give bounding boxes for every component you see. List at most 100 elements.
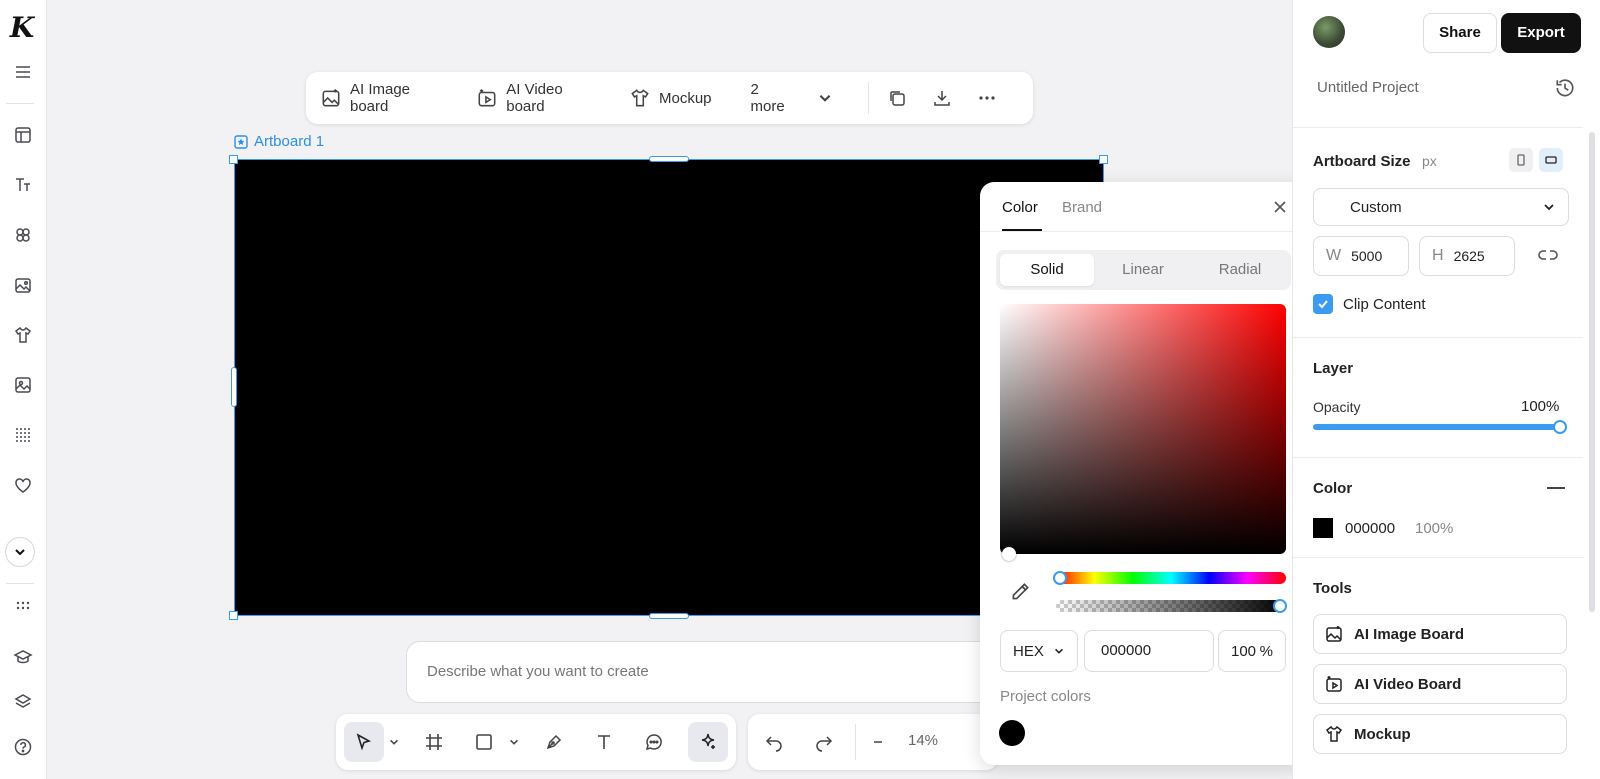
artboard-size-unit: px [1422,153,1437,169]
color-format-select[interactable]: HEX [1000,630,1078,672]
width-value: 5000 [1351,248,1383,264]
resize-handle-top[interactable] [649,156,689,162]
shape-tool-chevron-icon[interactable] [507,732,521,752]
link-proportions-icon[interactable] [1537,248,1561,264]
undo-icon[interactable] [758,726,790,758]
ai-video-board-button[interactable]: AI Video board [476,81,602,115]
resize-handle-bottom[interactable] [649,613,689,619]
more-icon[interactable] [974,84,1001,112]
opacity-label: Opacity [1313,399,1361,415]
saturation-value-area[interactable] [1000,304,1286,554]
share-button[interactable]: Share [1423,13,1497,53]
mockup-button[interactable]: Mockup [629,87,712,109]
project-color-swatch[interactable] [999,720,1025,746]
height-field[interactable]: H 2625 [1419,236,1515,276]
avatar[interactable] [1313,16,1345,48]
grid-dots-icon[interactable] [9,421,37,449]
alpha-slider[interactable] [1056,600,1286,612]
alpha-input[interactable]: 100 % [1218,630,1286,672]
resize-handle-left[interactable] [231,367,237,407]
zoom-out-icon[interactable] [862,726,894,758]
resize-handle-top-right[interactable] [1099,155,1108,164]
eyedropper-icon[interactable] [1006,578,1034,606]
height-label: H [1432,247,1444,264]
opacity-slider-thumb[interactable] [1553,420,1567,434]
mode-solid[interactable]: Solid [1000,254,1094,286]
mode-radial[interactable]: Radial [1193,254,1287,286]
hex-input[interactable]: 000000 [1084,630,1214,672]
redo-icon[interactable] [808,726,840,758]
alpha-slider-thumb[interactable] [1273,599,1287,613]
ai-image-board-label: AI Image board [350,81,411,115]
tab-brand[interactable]: Brand [1062,199,1102,216]
clip-content-checkbox[interactable] [1313,294,1333,314]
sidebar-divider [6,583,34,584]
mode-linear[interactable]: Linear [1096,254,1190,286]
hue-slider[interactable] [1056,572,1286,584]
history-icon[interactable] [1553,76,1577,100]
artboard-label[interactable]: Artboard 1 [234,133,324,150]
fill-color-opacity[interactable]: 100% [1415,520,1453,537]
portrait-orientation-icon[interactable] [1509,148,1533,172]
more-boards-label: 2 more [750,81,785,115]
more-boards-dropdown[interactable]: 2 more [751,81,834,115]
menu-icon[interactable] [9,58,37,86]
rectangle-tool-icon[interactable] [468,726,500,758]
frame-tool-icon[interactable] [418,726,450,758]
layers-icon[interactable] [9,688,37,716]
fill-color-hex[interactable]: 000000 [1345,520,1395,537]
components-icon[interactable] [9,221,37,249]
ai-video-icon [1324,674,1344,694]
ai-image-board-tool-button[interactable]: AI Image Board [1313,614,1567,654]
help-icon[interactable] [9,733,37,761]
image-icon[interactable] [9,371,37,399]
sidebar-expand-button[interactable] [5,537,35,567]
landscape-orientation-icon[interactable] [1539,148,1563,172]
width-field[interactable]: W 5000 [1313,236,1409,276]
select-tool-icon[interactable] [344,722,384,762]
ai-video-board-tool-button[interactable]: AI Video Board [1313,664,1567,704]
close-icon[interactable] [1271,198,1289,216]
app-logo[interactable]: K [6,12,38,44]
download-icon[interactable] [928,84,955,112]
alpha-unit: % [1259,642,1273,660]
prompt-input[interactable]: Describe what you want to create [406,641,1046,703]
hue-slider-thumb[interactable] [1053,571,1067,585]
saturation-value-thumb[interactable] [1002,547,1016,561]
color-picker-popover: Color Brand Solid Linear Radial HEX 0000… [980,182,1307,765]
resize-handle-top-left[interactable] [229,155,238,164]
tab-color[interactable]: Color [1002,199,1038,216]
chevron-down-icon [1542,200,1556,214]
duplicate-icon[interactable] [883,84,910,112]
opacity-slider[interactable] [1313,424,1559,430]
apps-icon[interactable] [9,593,37,621]
panel-divider [1293,337,1583,338]
layout-icon[interactable] [9,121,37,149]
active-tab-indicator [1002,229,1042,231]
project-name[interactable]: Untitled Project [1317,79,1419,96]
artboard-preset-select[interactable]: Custom [1313,188,1569,226]
resize-handle-bottom-left[interactable] [229,611,238,620]
ai-sparkle-tool-icon[interactable] [688,722,728,762]
text-icon[interactable] [9,171,37,199]
ai-image-board-button[interactable]: AI Image board [320,81,449,115]
export-button[interactable]: Export [1501,13,1581,53]
zoom-level[interactable]: 14% [908,732,938,749]
mockup-tool-button[interactable]: Mockup [1313,714,1567,754]
ai-image-icon[interactable] [9,271,37,299]
text-tool-icon[interactable] [588,726,620,758]
pen-tool-icon[interactable] [538,726,570,758]
opacity-value[interactable]: 100% [1521,398,1559,415]
remove-fill-icon[interactable] [1547,487,1565,489]
mockup-tool-label: Mockup [1354,725,1411,743]
fill-color-swatch[interactable] [1313,518,1333,538]
comment-tool-icon[interactable] [638,726,670,758]
select-tool-chevron-icon[interactable] [387,732,401,752]
mockup-icon[interactable] [9,321,37,349]
learn-icon[interactable] [9,643,37,671]
heart-icon[interactable] [9,471,37,499]
panel-scrollbar[interactable] [1589,132,1595,612]
left-sidebar: K [0,0,47,779]
artboard-canvas[interactable] [234,159,1104,616]
width-label: W [1326,247,1342,264]
